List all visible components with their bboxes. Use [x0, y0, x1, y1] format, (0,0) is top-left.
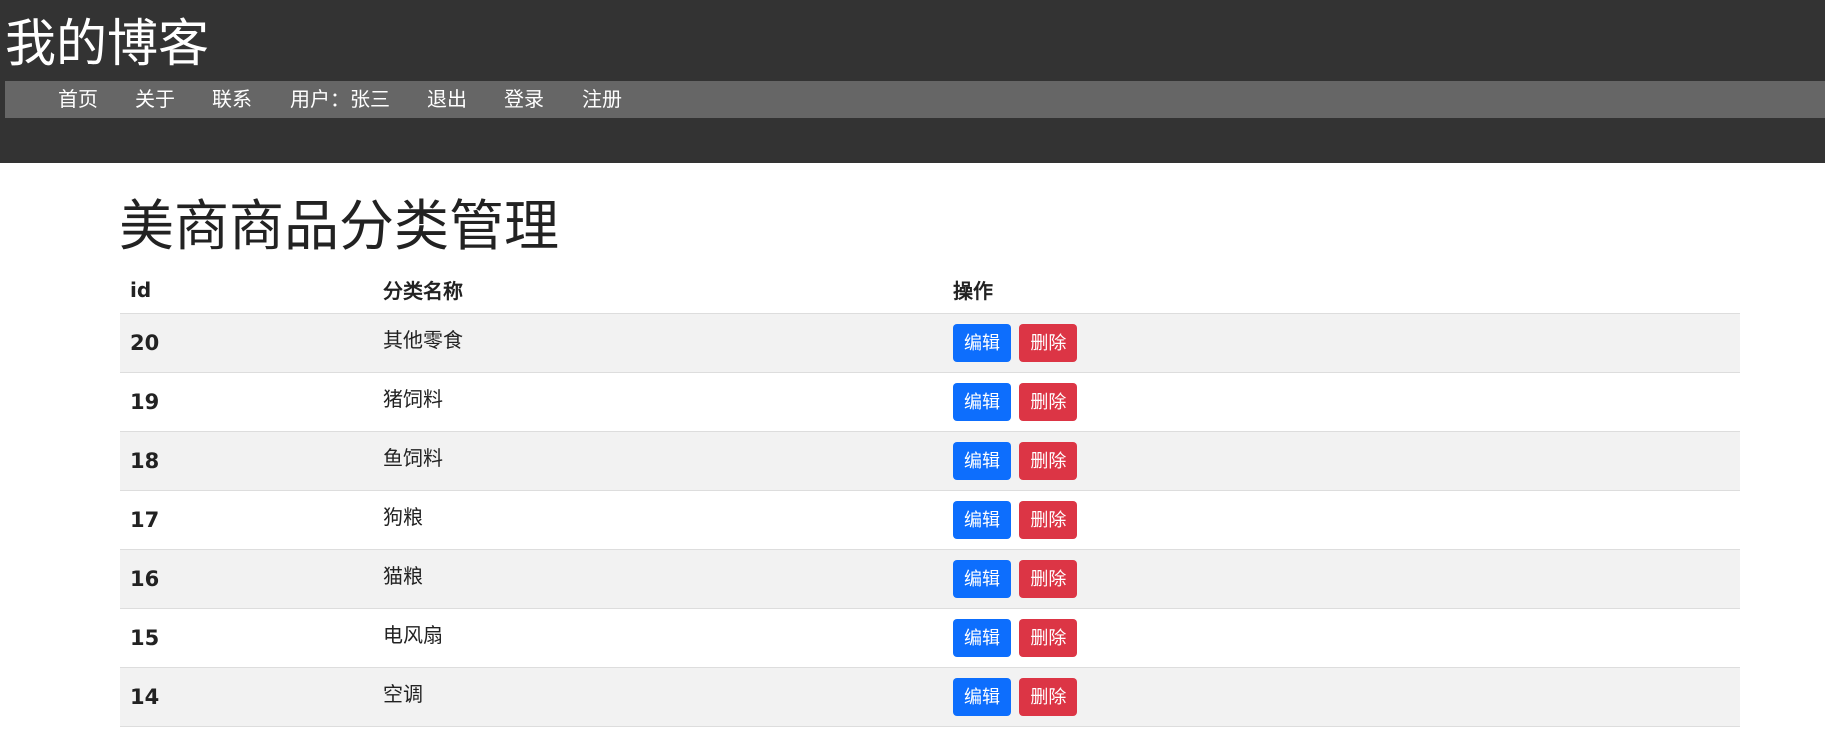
cell-actions: 编辑 删除	[943, 549, 1740, 609]
row-id: 14	[130, 685, 160, 709]
category-name: 猫粮	[383, 563, 423, 588]
cell-name: 其他零食	[373, 313, 943, 373]
table-header-row: id 分类名称 操作	[120, 266, 1740, 314]
column-header-name: 分类名称	[373, 266, 943, 314]
cell-id: 14	[120, 667, 373, 727]
table-row: 15 电风扇 编辑 删除	[120, 608, 1740, 668]
nav-item-login[interactable]: 登录	[504, 81, 544, 118]
site-title: 我的博客	[5, 15, 210, 74]
edit-button[interactable]: 编辑	[953, 560, 1011, 598]
cell-name: 电风扇	[373, 608, 943, 668]
edit-button[interactable]: 编辑	[953, 619, 1011, 657]
column-header-id: id	[120, 266, 373, 314]
cell-name: 鱼饲料	[373, 431, 943, 491]
delete-button[interactable]: 删除	[1019, 324, 1078, 362]
table-row: 17 狗粮 编辑 删除	[120, 490, 1740, 550]
cell-actions: 编辑 删除	[943, 608, 1740, 668]
delete-button[interactable]: 删除	[1019, 560, 1078, 598]
cell-id: 19	[120, 372, 373, 432]
cell-id: 16	[120, 549, 373, 609]
delete-button[interactable]: 删除	[1019, 442, 1078, 480]
category-name: 猪饲料	[383, 386, 443, 411]
table-row: 19 猪饲料 编辑 删除	[120, 372, 1740, 432]
column-header-actions: 操作	[943, 266, 1740, 314]
cell-name: 空调	[373, 667, 943, 727]
table-row: 14 空调 编辑 删除	[120, 667, 1740, 727]
category-table: id 分类名称 操作 20 其他零食 编辑 删除 19 猪饲料 编辑 删除 18…	[120, 266, 1740, 727]
table-row: 18 鱼饲料 编辑 删除	[120, 431, 1740, 491]
table-row: 20 其他零食 编辑 删除	[120, 313, 1740, 373]
nav-item-contact[interactable]: 联系	[212, 81, 252, 118]
cell-name: 猫粮	[373, 549, 943, 609]
category-name: 其他零食	[383, 327, 463, 352]
table-row: 16 猫粮 编辑 删除	[120, 549, 1740, 609]
cell-actions: 编辑 删除	[943, 431, 1740, 491]
row-id: 15	[130, 626, 160, 650]
delete-button[interactable]: 删除	[1019, 619, 1078, 657]
cell-name: 猪饲料	[373, 372, 943, 432]
edit-button[interactable]: 编辑	[953, 324, 1011, 362]
cell-actions: 编辑 删除	[943, 313, 1740, 373]
edit-button[interactable]: 编辑	[953, 501, 1011, 539]
delete-button[interactable]: 删除	[1019, 678, 1078, 716]
table-body: 20 其他零食 编辑 删除 19 猪饲料 编辑 删除 18 鱼饲料 编辑 删除 …	[120, 313, 1740, 727]
row-id: 20	[130, 331, 160, 355]
cell-name: 狗粮	[373, 490, 943, 550]
delete-button[interactable]: 删除	[1019, 501, 1078, 539]
category-name: 空调	[383, 681, 423, 706]
category-name: 狗粮	[383, 504, 423, 529]
row-id: 17	[130, 508, 160, 532]
edit-button[interactable]: 编辑	[953, 442, 1011, 480]
cell-id: 20	[120, 313, 373, 373]
category-name: 鱼饲料	[383, 445, 443, 470]
site-header: 我的博客 首页 关于 联系 用户：张三 退出 登录 注册	[0, 0, 1825, 163]
edit-button[interactable]: 编辑	[953, 678, 1011, 716]
nav-item-logout[interactable]: 退出	[427, 81, 467, 118]
nav-item-user[interactable]: 用户：张三	[290, 81, 390, 118]
main-nav: 首页 关于 联系 用户：张三 退出 登录 注册	[5, 81, 1825, 118]
cell-actions: 编辑 删除	[943, 490, 1740, 550]
page-title: 美商商品分类管理	[119, 194, 560, 258]
edit-button[interactable]: 编辑	[953, 383, 1011, 421]
delete-button[interactable]: 删除	[1019, 383, 1078, 421]
cell-id: 17	[120, 490, 373, 550]
cell-id: 18	[120, 431, 373, 491]
cell-id: 15	[120, 608, 373, 668]
nav-item-about[interactable]: 关于	[135, 81, 175, 118]
row-id: 19	[130, 390, 160, 414]
cell-actions: 编辑 删除	[943, 667, 1740, 727]
nav-item-home[interactable]: 首页	[58, 81, 98, 118]
row-id: 18	[130, 449, 160, 473]
category-name: 电风扇	[383, 622, 443, 647]
nav-item-register[interactable]: 注册	[582, 81, 622, 118]
row-id: 16	[130, 567, 160, 591]
cell-actions: 编辑 删除	[943, 372, 1740, 432]
